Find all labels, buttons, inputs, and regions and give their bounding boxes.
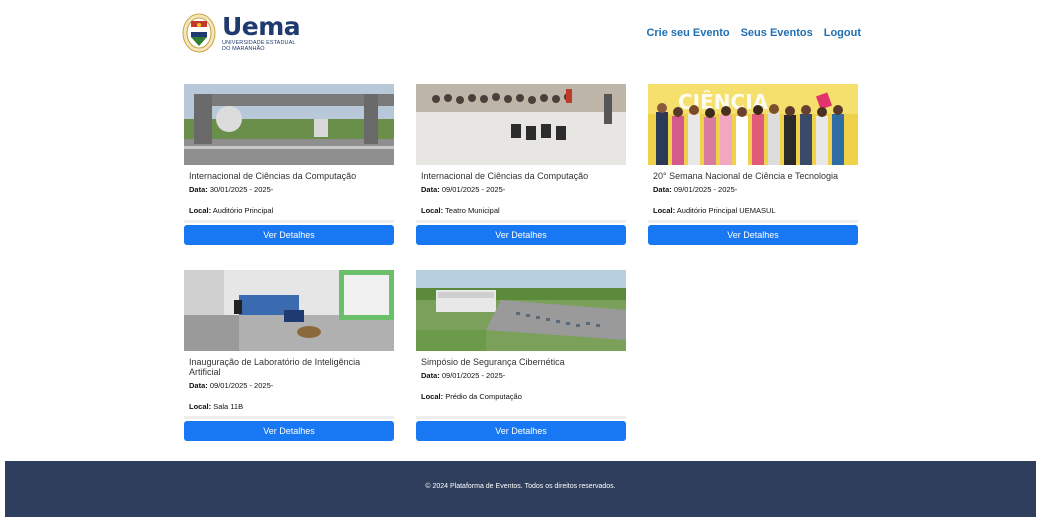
view-details-button[interactable]: Ver Detalhes	[184, 225, 394, 245]
event-card: CIÊNCIA 20° Semana Nacional de Ciência e…	[648, 84, 858, 245]
event-card: Inauguração de Laboratório de Inteligênc…	[184, 270, 394, 441]
card-divider	[648, 220, 858, 223]
event-image-campus-gate[interactable]	[184, 84, 394, 165]
brand-subtitle: UNIVERSIDADE ESTADUAL DO MARANHÃO	[222, 40, 296, 52]
event-image-lab-room[interactable]	[184, 270, 394, 351]
event-date: Data: 09/01/2025 - 2025-	[421, 371, 506, 380]
event-card: Internacional de Ciências da Computação …	[184, 84, 394, 245]
event-image-aerial-campus[interactable]	[416, 270, 626, 351]
event-card: Simpósio de Segurança Cibernética Data: …	[416, 270, 626, 441]
event-location: Local: Sala 11B	[189, 402, 244, 411]
event-location: Local: Teatro Municipal	[421, 206, 500, 215]
university-seal-icon	[182, 12, 216, 54]
event-title: 20° Semana Nacional de Ciência e Tecnolo…	[653, 171, 839, 181]
nav-logout[interactable]: Logout	[824, 27, 861, 39]
event-location: Local: Prédio da Computação	[421, 392, 522, 401]
card-divider	[184, 416, 394, 419]
event-title: Internacional de Ciências da Computação	[421, 171, 589, 181]
event-image-group-photo[interactable]: CIÊNCIA	[648, 84, 858, 165]
brand-name: Uema	[222, 12, 301, 41]
event-card: Internacional de Ciências da Computação …	[416, 84, 626, 245]
event-date: Data: 09/01/2025 - 2025-	[189, 381, 274, 390]
event-title: Simpósio de Segurança Cibernética	[421, 357, 565, 367]
uema-logo[interactable]: Uema UNIVERSIDADE ESTADUAL DO MARANHÃO	[182, 12, 302, 54]
main-nav: Crie seu Evento Seus Eventos Logout	[646, 27, 861, 39]
view-details-button[interactable]: Ver Detalhes	[648, 225, 858, 245]
view-details-button[interactable]: Ver Detalhes	[416, 225, 626, 245]
card-divider	[416, 416, 626, 419]
view-details-button[interactable]: Ver Detalhes	[416, 421, 626, 441]
event-date: Data: 30/01/2025 - 2025-	[189, 185, 274, 194]
site-footer: © 2024 Plataforma de Eventos. Todos os d…	[5, 461, 1036, 517]
view-details-button[interactable]: Ver Detalhes	[184, 421, 394, 441]
event-title: Inauguração de Laboratório de Inteligênc…	[189, 357, 361, 377]
event-date: Data: 09/01/2025 - 2025-	[653, 185, 738, 194]
nav-my-events[interactable]: Seus Eventos	[741, 27, 813, 39]
nav-create-event[interactable]: Crie seu Evento	[646, 27, 729, 39]
card-divider	[416, 220, 626, 223]
site-header: Uema UNIVERSIDADE ESTADUAL DO MARANHÃO C…	[0, 0, 1041, 70]
event-date: Data: 09/01/2025 - 2025-	[421, 185, 506, 194]
card-divider	[184, 220, 394, 223]
event-location: Local: Auditório Principal UEMASUL	[653, 206, 776, 215]
event-image-auditorium[interactable]	[416, 84, 626, 165]
event-title: Internacional de Ciências da Computação	[189, 171, 357, 181]
copyright-text: © 2024 Plataforma de Eventos. Todos os d…	[425, 483, 616, 490]
event-location: Local: Auditório Principal	[189, 206, 274, 215]
